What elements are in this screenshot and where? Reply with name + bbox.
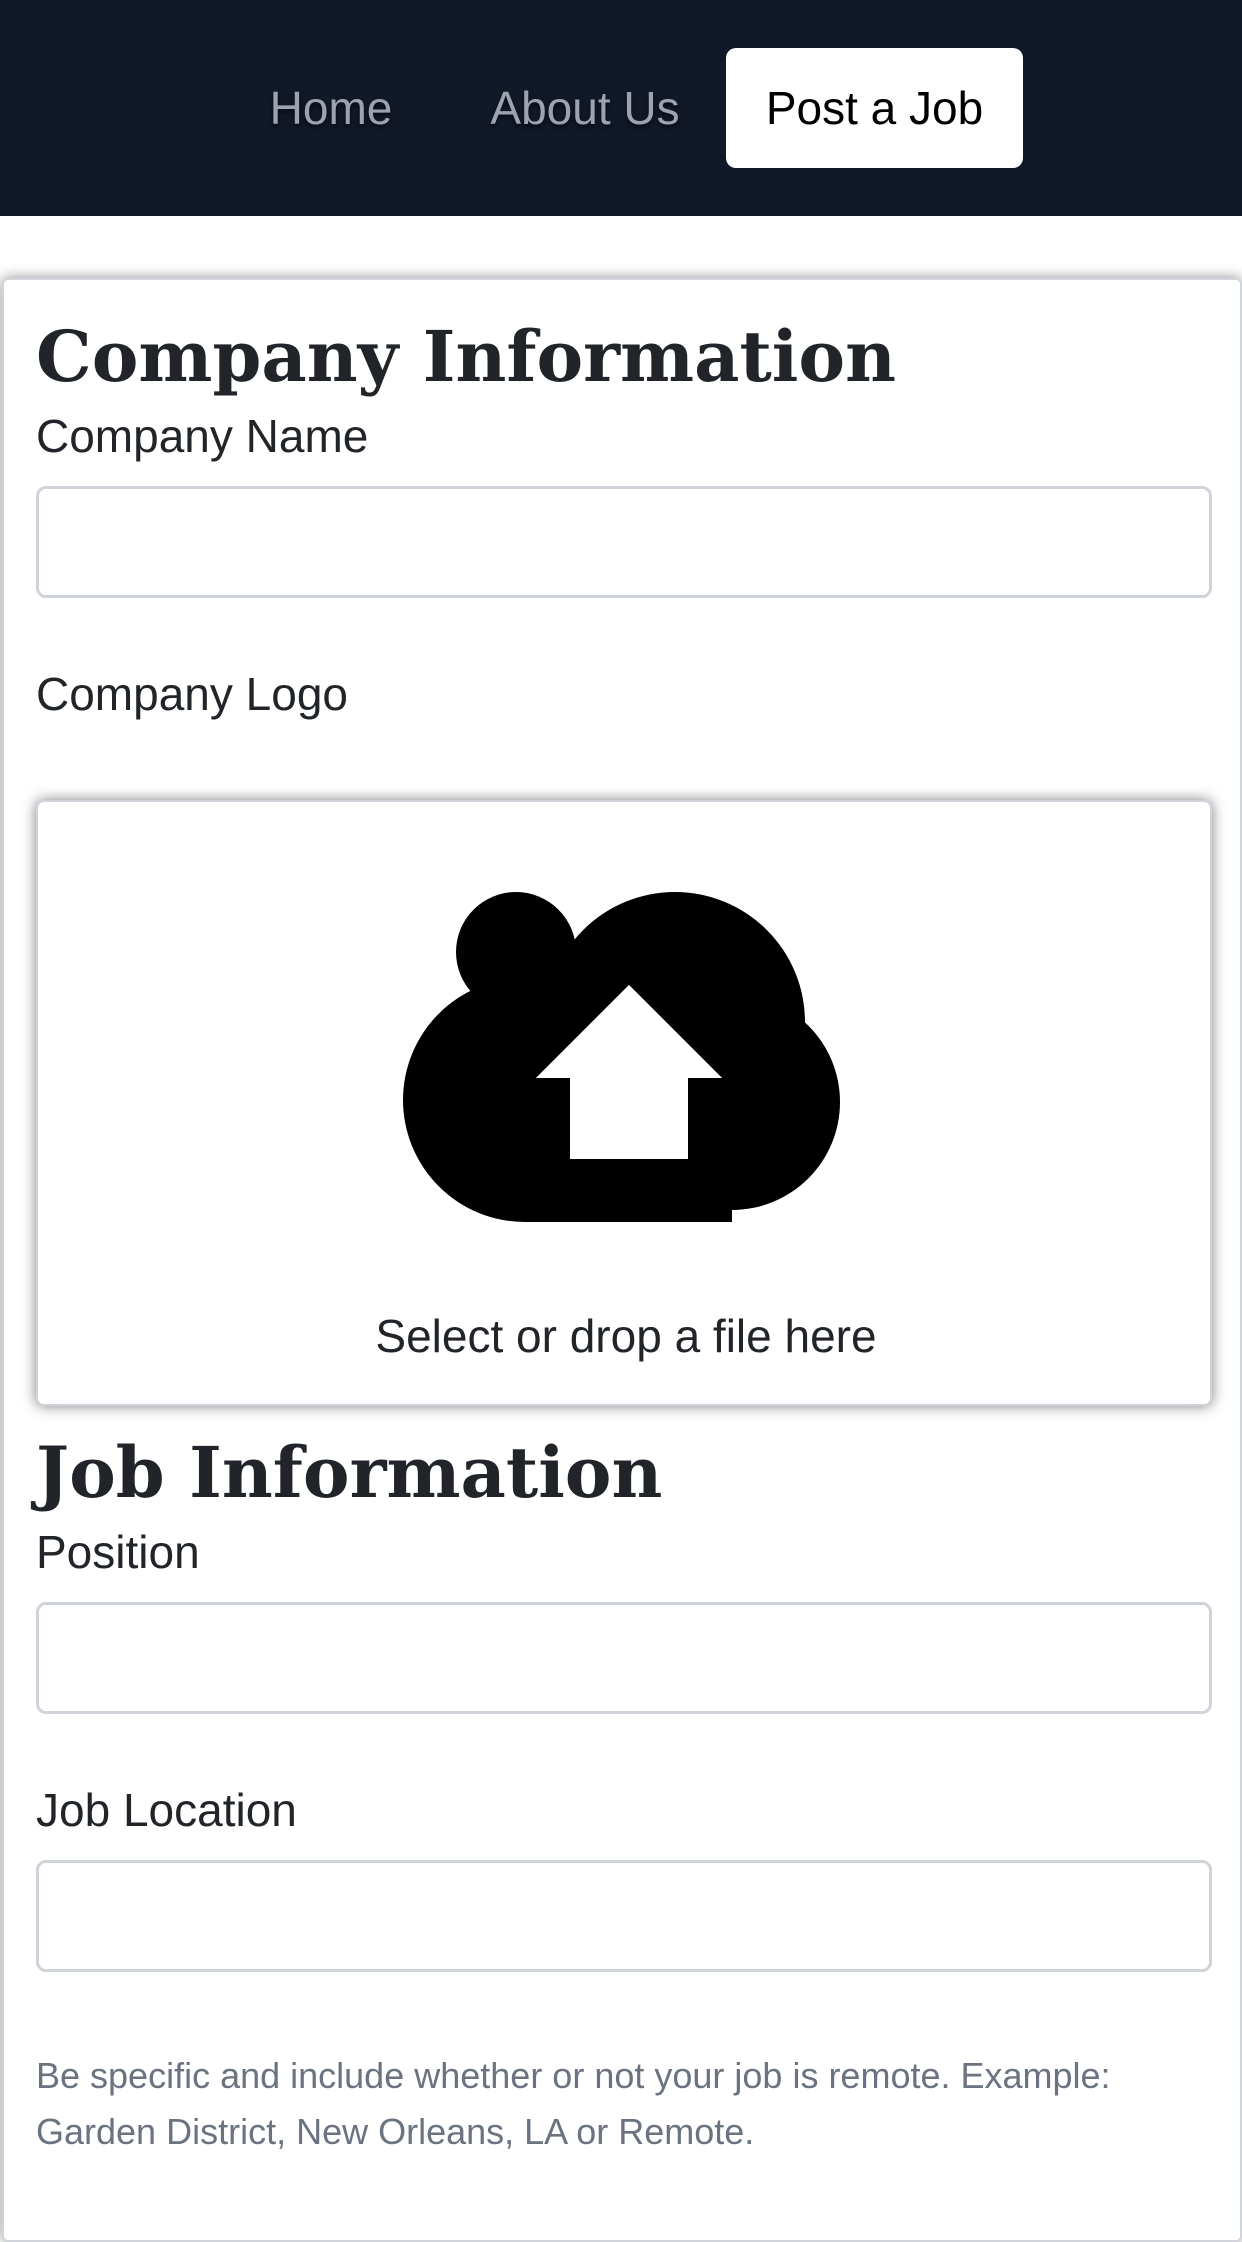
position-label: Position xyxy=(36,1526,200,1578)
job-location-input[interactable] xyxy=(36,1860,1212,1972)
dropzone-instructions: Select or drop a file here xyxy=(375,1310,877,1362)
company-name-input[interactable] xyxy=(36,486,1212,598)
company-logo-label: Company Logo xyxy=(36,668,348,720)
nav-home-link[interactable]: Home xyxy=(250,48,412,168)
position-input[interactable] xyxy=(36,1602,1212,1714)
cloud-upload-icon xyxy=(403,892,840,1222)
nav-about-us-link[interactable]: About Us xyxy=(472,48,698,168)
company-logo-dropzone[interactable]: Select or drop a file here xyxy=(36,800,1212,1406)
job-location-help-text: Be specific and include whether or not y… xyxy=(36,2055,1111,2152)
company-name-label: Company Name xyxy=(36,410,369,462)
nav-post-a-job-button[interactable]: Post a Job xyxy=(726,48,1023,168)
top-navbar: Home About Us Post a Job xyxy=(0,0,1242,216)
job-information-heading: Job Information xyxy=(36,1431,663,1514)
job-post-form-card: Company Information Company Name Company… xyxy=(2,278,1242,2242)
company-information-heading: Company Information xyxy=(36,315,896,398)
job-location-label: Job Location xyxy=(36,1784,297,1836)
